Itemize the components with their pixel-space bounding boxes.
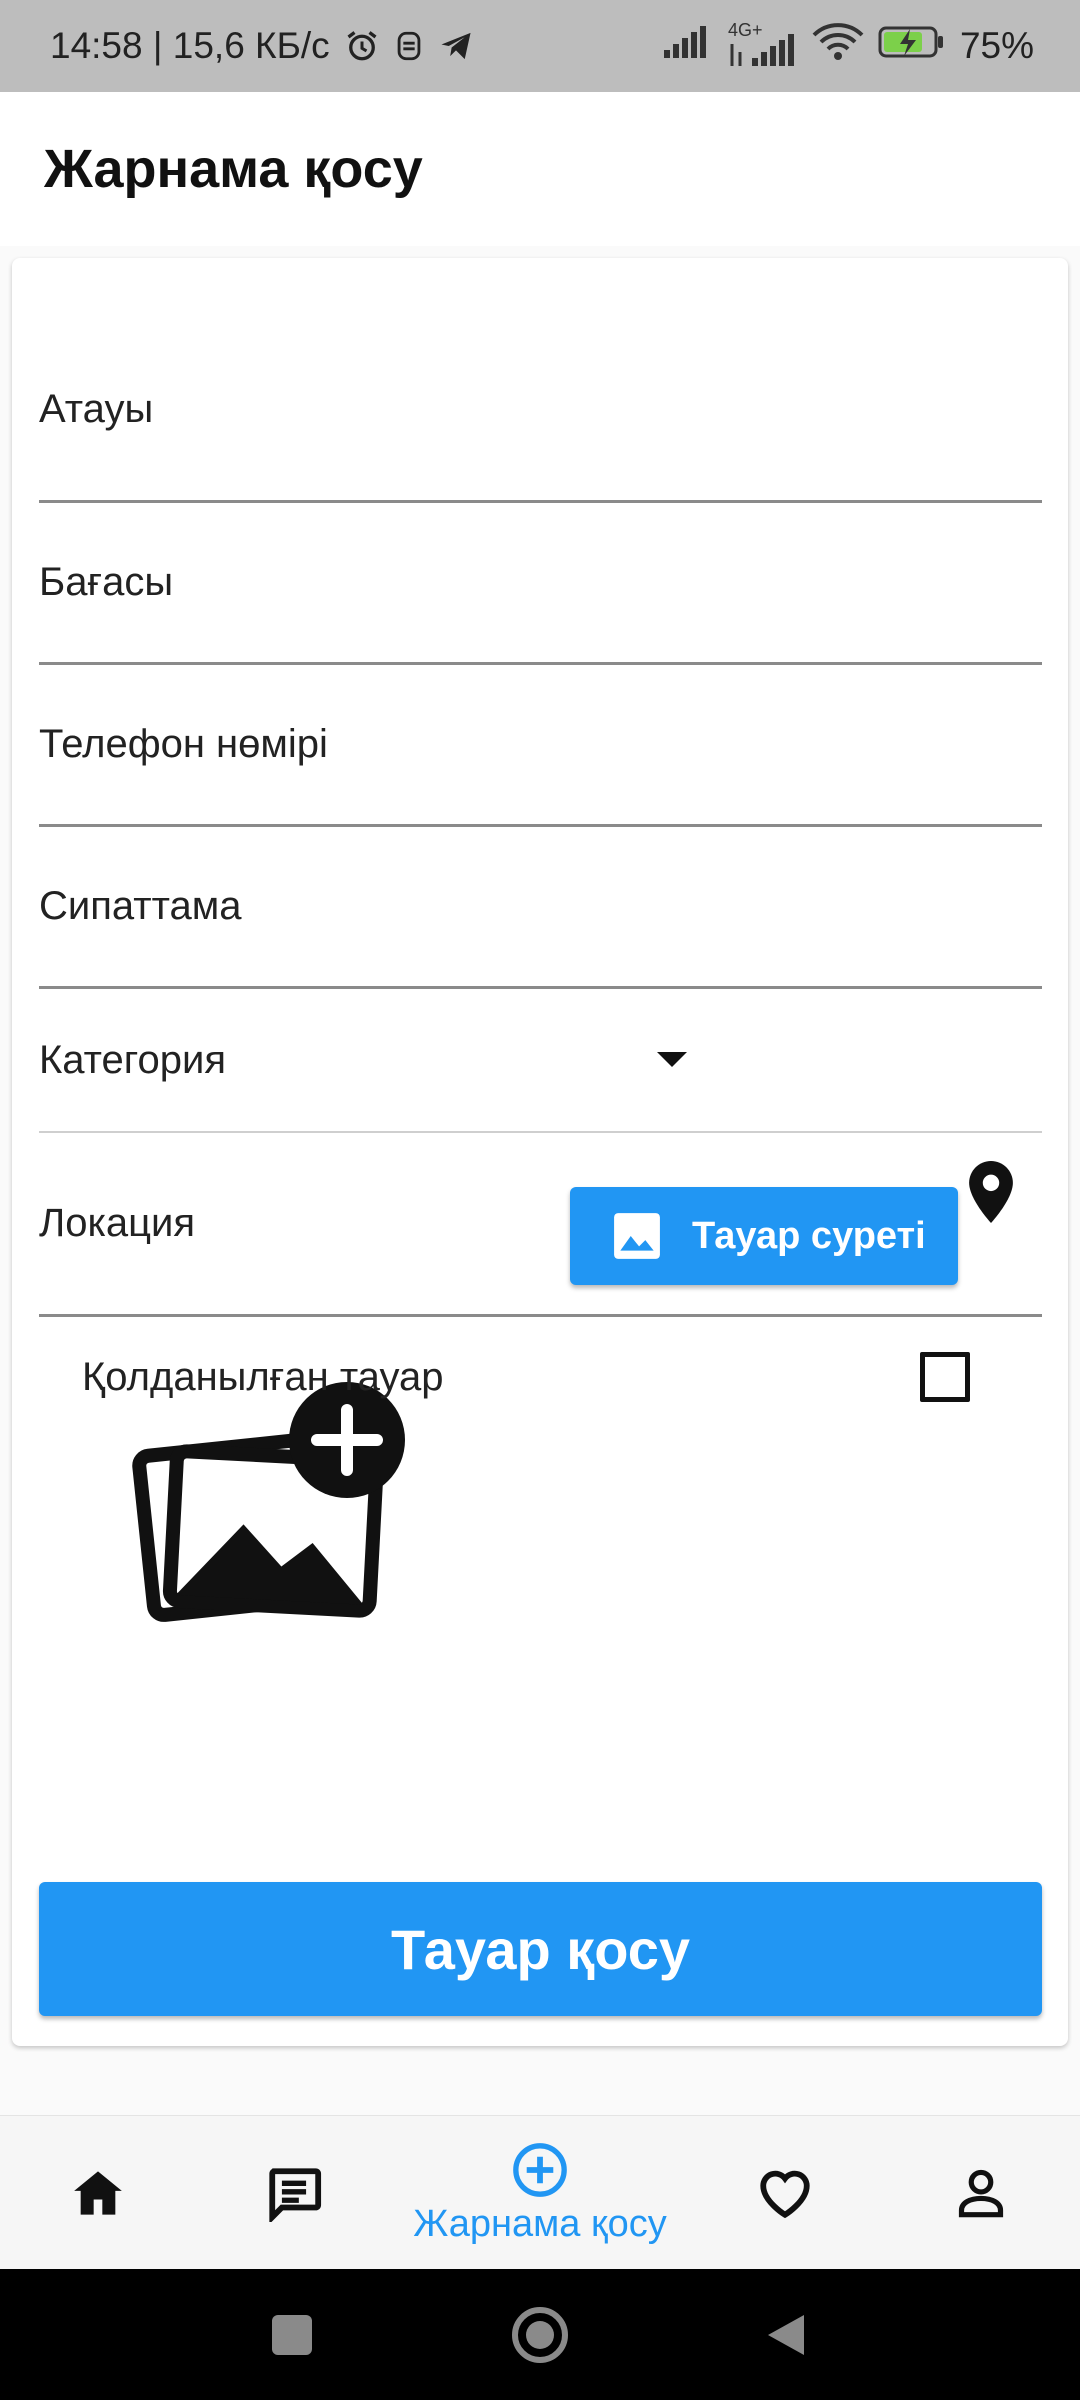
used-item-checkbox[interactable] [920, 1352, 970, 1402]
add-product-button[interactable]: Тауар қосу [39, 1882, 1042, 2016]
location-pin-icon[interactable] [969, 1161, 1013, 1228]
circle-icon [512, 2306, 568, 2363]
category-label: Категория [39, 1037, 226, 1082]
person-icon [958, 2169, 1004, 2218]
description-field-label: Сипаттама [39, 884, 242, 928]
image-icon [614, 1213, 660, 1259]
status-bar: 14:58 | 15,6 КБ/с 4G+ 75% [0, 0, 1080, 92]
heart-icon [760, 2170, 810, 2219]
nav-profile[interactable] [906, 2116, 1056, 2270]
telegram-icon [438, 30, 474, 62]
price-field[interactable]: Бағасы [39, 503, 1042, 665]
add-product-button-label: Тауар қосу [390, 1917, 691, 1981]
back-button[interactable] [726, 2269, 846, 2400]
nav-messages[interactable] [219, 2116, 369, 2270]
add-listing-form: Атауы Бағасы Телефон нөмірі Сипаттама Ка… [12, 258, 1068, 2046]
square-icon [272, 2314, 312, 2355]
name-field[interactable]: Атауы [39, 318, 1042, 503]
add-circle-icon [513, 2142, 567, 2197]
battery-charging-icon [878, 25, 946, 68]
price-field-label: Бағасы [39, 560, 174, 604]
app-bar: Жарнама қосу [0, 92, 1080, 246]
signal-4g-icon: 4G+ [728, 20, 798, 66]
wifi-icon [812, 22, 864, 70]
system-navigation-bar [0, 2269, 1080, 2400]
nav-home[interactable] [23, 2116, 173, 2270]
app-notification-icon [394, 29, 424, 63]
description-field[interactable]: Сипаттама [39, 827, 1042, 989]
location-label: Локация [39, 1201, 196, 1245]
home-icon [74, 2171, 122, 2215]
product-photo-button[interactable]: Тауар суреті [570, 1187, 958, 1285]
category-dropdown[interactable]: Категория [39, 989, 1042, 1133]
phone-field[interactable]: Телефон нөмірі [39, 665, 1042, 827]
signal-icon [663, 25, 714, 67]
bottom-navigation: Жарнама қосу [0, 2115, 1080, 2270]
used-item-row[interactable]: Қолданылған тауар [82, 1322, 982, 1432]
dropdown-arrow-icon [657, 1052, 687, 1067]
battery-percent: 75% [959, 25, 1034, 66]
page-title: Жарнама қосу [44, 139, 423, 199]
alarm-icon [344, 28, 380, 64]
home-button[interactable] [480, 2269, 600, 2400]
recent-apps-button[interactable] [232, 2269, 352, 2400]
product-photo-button-label: Тауар суреті [692, 1214, 926, 1257]
status-time: 14:58 | 15,6 КБ/с [50, 25, 330, 66]
chat-icon [269, 2168, 322, 2222]
name-field-label: Атауы [39, 386, 154, 431]
nav-favorites[interactable] [710, 2116, 860, 2270]
used-item-label: Қолданылған тауар [82, 1354, 444, 1399]
back-triangle-icon [768, 2314, 804, 2355]
nav-add-listing-label: Жарнама қосу [413, 2202, 667, 2245]
phone-field-label: Телефон нөмірі [39, 722, 328, 766]
nav-add-listing[interactable]: Жарнама қосу [390, 2116, 690, 2270]
